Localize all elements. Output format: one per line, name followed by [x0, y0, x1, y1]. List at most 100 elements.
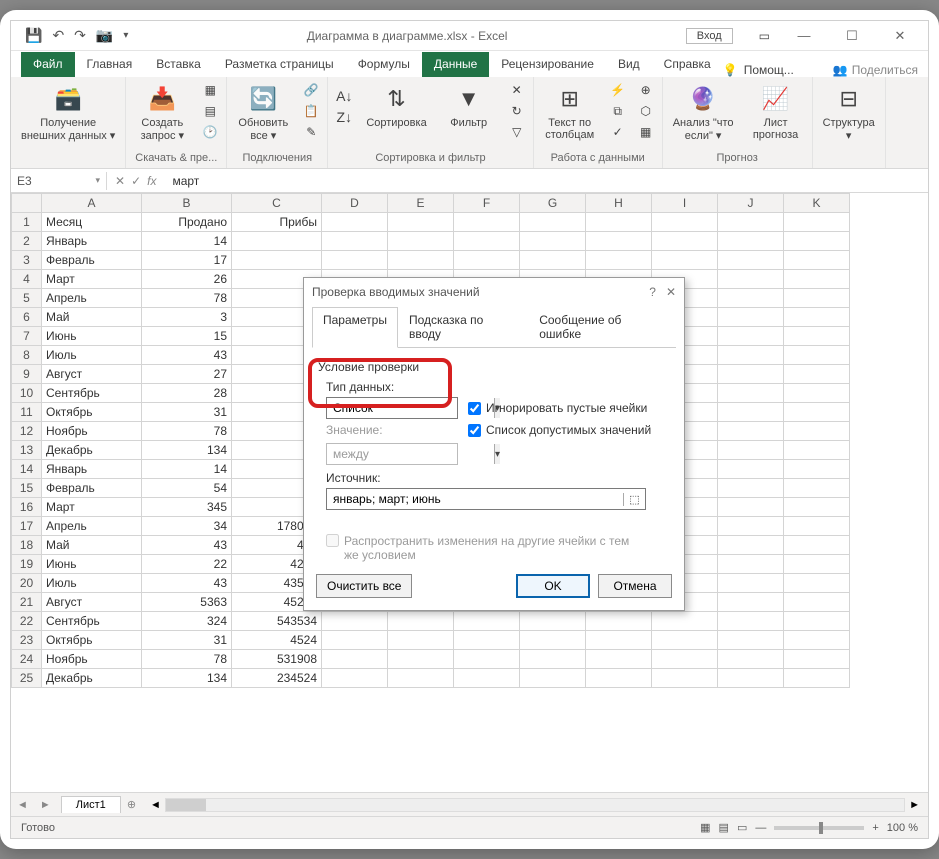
row-header[interactable]: 14 [12, 460, 42, 479]
tab-view[interactable]: Вид [606, 52, 652, 77]
cell[interactable] [520, 631, 586, 650]
cell[interactable]: Август [42, 593, 142, 612]
data-model-button[interactable]: ▦ [636, 123, 656, 141]
row-header[interactable]: 19 [12, 555, 42, 574]
advanced-button[interactable]: ▽ [507, 123, 527, 141]
col-header[interactable]: D [322, 194, 388, 213]
view-break-icon[interactable]: ▭ [737, 821, 747, 834]
cancel-button[interactable]: Отмена [598, 574, 672, 598]
cell[interactable] [718, 669, 784, 688]
row-header[interactable]: 22 [12, 612, 42, 631]
cell[interactable] [454, 232, 520, 251]
cell[interactable] [322, 213, 388, 232]
cell[interactable]: Май [42, 308, 142, 327]
flash-fill-button[interactable]: ⚡ [608, 81, 628, 99]
cell[interactable] [652, 612, 718, 631]
cancel-formula-icon[interactable]: ✕ [115, 174, 125, 188]
cell[interactable] [718, 327, 784, 346]
properties-button[interactable]: 📋 [301, 102, 321, 120]
cell[interactable]: Апрель [42, 289, 142, 308]
col-header[interactable]: F [454, 194, 520, 213]
col-header[interactable]: C [232, 194, 322, 213]
cell[interactable] [718, 593, 784, 612]
minimize-button[interactable]: — [782, 22, 826, 50]
ignore-blank-checkbox[interactable]: Игнорировать пустые ячейки [468, 401, 647, 415]
row-header[interactable]: 23 [12, 631, 42, 650]
cell[interactable]: 22 [142, 555, 232, 574]
cell[interactable]: Январь [42, 460, 142, 479]
col-header[interactable]: I [652, 194, 718, 213]
tab-data[interactable]: Данные [422, 52, 489, 77]
cell[interactable] [232, 251, 322, 270]
cell[interactable] [652, 631, 718, 650]
from-table-button[interactable]: ▤ [200, 102, 220, 120]
cell[interactable] [586, 669, 652, 688]
row-header[interactable]: 17 [12, 517, 42, 536]
cell[interactable] [718, 213, 784, 232]
cell[interactable] [718, 289, 784, 308]
row-header[interactable]: 25 [12, 669, 42, 688]
cell[interactable] [718, 612, 784, 631]
cell[interactable]: Сентябрь [42, 384, 142, 403]
cell[interactable] [388, 669, 454, 688]
cell[interactable] [784, 251, 850, 270]
cell[interactable]: 27 [142, 365, 232, 384]
cell[interactable]: 17 [142, 251, 232, 270]
row-header[interactable]: 9 [12, 365, 42, 384]
cell[interactable] [520, 251, 586, 270]
cell[interactable]: Май [42, 536, 142, 555]
cell[interactable] [718, 251, 784, 270]
cell[interactable]: 4524 [232, 631, 322, 650]
cell[interactable]: 31 [142, 403, 232, 422]
zoom-out-icon[interactable]: — [755, 822, 766, 834]
cell[interactable]: Декабрь [42, 669, 142, 688]
cell[interactable] [718, 460, 784, 479]
cell[interactable] [388, 631, 454, 650]
row-header[interactable]: 18 [12, 536, 42, 555]
cell[interactable]: 78 [142, 422, 232, 441]
cell[interactable] [388, 213, 454, 232]
save-icon[interactable]: 💾 [25, 27, 42, 44]
cell[interactable]: 31 [142, 631, 232, 650]
relationships-button[interactable]: ⬡ [636, 102, 656, 120]
cell[interactable]: 345 [142, 498, 232, 517]
cell[interactable] [718, 422, 784, 441]
cell[interactable] [652, 232, 718, 251]
recent-sources-button[interactable]: 🕑 [200, 123, 220, 141]
cell[interactable] [322, 251, 388, 270]
cell[interactable]: 5363 [142, 593, 232, 612]
cell[interactable] [718, 384, 784, 403]
new-sheet-button[interactable]: ⊕ [121, 798, 142, 811]
whatif-button[interactable]: 🔮Анализ "что если" ▾ [669, 81, 738, 144]
row-header[interactable]: 10 [12, 384, 42, 403]
cell[interactable] [784, 327, 850, 346]
cell[interactable]: Март [42, 498, 142, 517]
cell[interactable] [718, 517, 784, 536]
select-all[interactable] [12, 194, 42, 213]
formula-bar[interactable]: март [164, 172, 928, 190]
cell[interactable] [718, 479, 784, 498]
cell[interactable]: Январь [42, 232, 142, 251]
cell[interactable]: 15 [142, 327, 232, 346]
text-to-columns-button[interactable]: ⊞Текст по столбцам [540, 81, 600, 143]
reapply-button[interactable]: ↻ [507, 102, 527, 120]
cell[interactable] [322, 631, 388, 650]
cell[interactable]: Июнь [42, 555, 142, 574]
source-input-wrap[interactable]: ⬚ [326, 488, 646, 510]
type-combo[interactable]: ▾ [326, 397, 458, 419]
data-validation-button[interactable]: ✓ [608, 123, 628, 141]
cell[interactable]: Июль [42, 346, 142, 365]
cell[interactable]: Июль [42, 574, 142, 593]
cell[interactable] [784, 289, 850, 308]
cell[interactable] [784, 346, 850, 365]
row-header[interactable]: 6 [12, 308, 42, 327]
tab-file[interactable]: Файл [21, 52, 75, 77]
clear-all-button[interactable]: Очистить все [316, 574, 412, 598]
dialog-tab-error-msg[interactable]: Сообщение об ошибке [528, 307, 676, 348]
cell[interactable] [784, 441, 850, 460]
col-header[interactable]: E [388, 194, 454, 213]
cell[interactable] [652, 669, 718, 688]
row-header[interactable]: 20 [12, 574, 42, 593]
cell[interactable]: 14 [142, 460, 232, 479]
tab-review[interactable]: Рецензирование [489, 52, 606, 77]
